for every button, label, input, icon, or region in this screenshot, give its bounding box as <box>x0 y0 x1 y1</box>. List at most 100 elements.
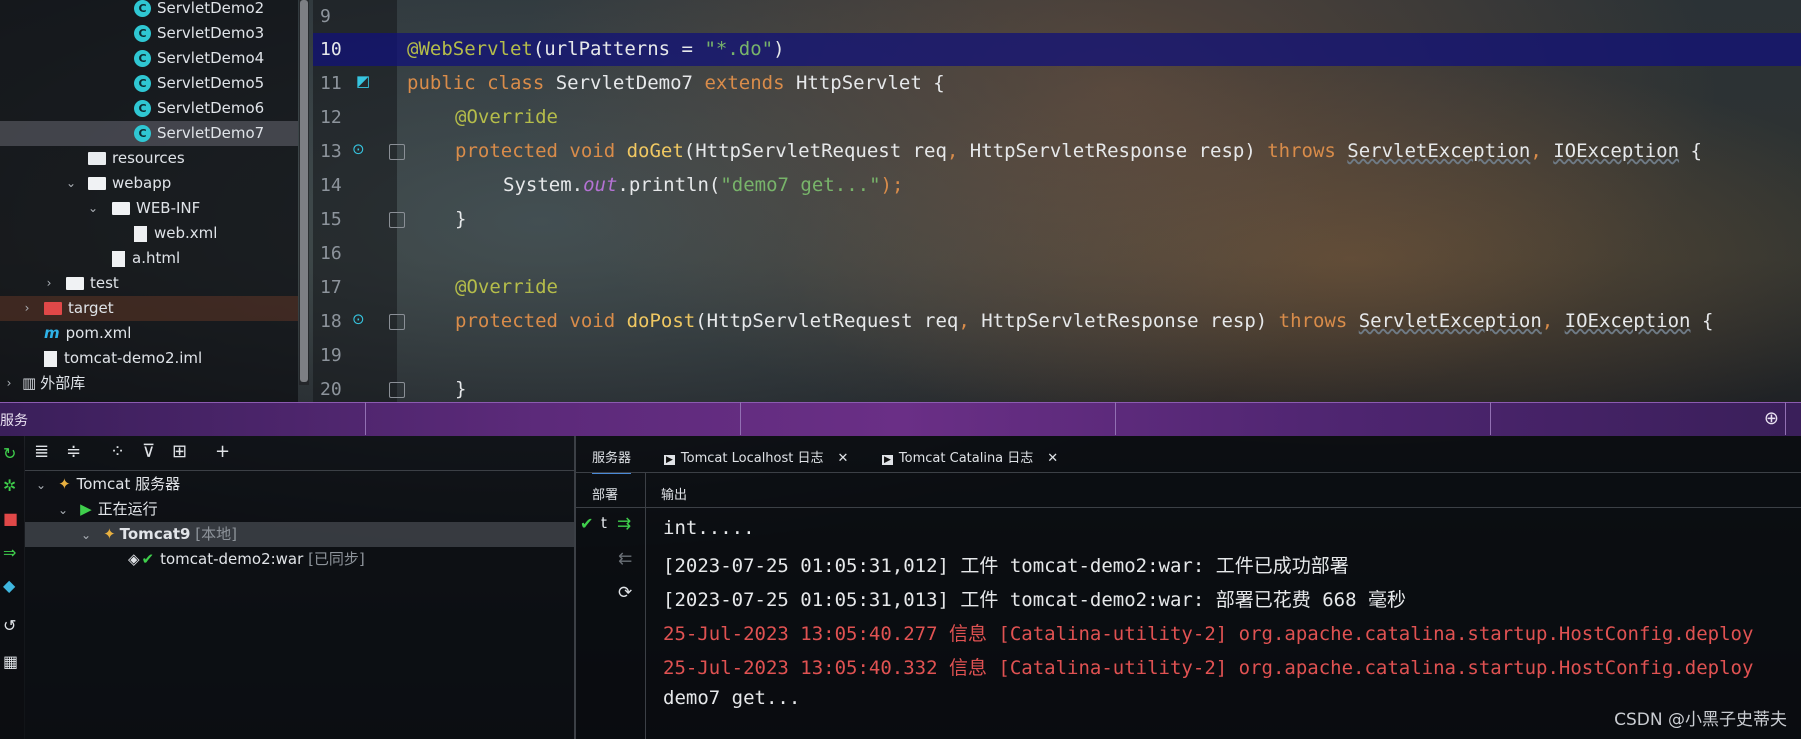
deploy-icon[interactable]: ⇒ <box>3 543 16 562</box>
tab-label: Tomcat Catalina 日志 <box>898 451 1034 466</box>
tree-item-label: ServletDemo7 <box>157 124 265 142</box>
services-toolwindow-header[interactable]: 服务 ⊕ <box>0 402 1801 436</box>
line-number: 12 <box>320 107 342 128</box>
tree-item-external-libs[interactable]: › ▥ 外部库 <box>4 371 86 396</box>
services-title: 服务 <box>0 413 28 429</box>
tree-item-label: WEB-INF <box>136 199 201 217</box>
code-line-18[interactable]: protected void doPost(HttpServletRequest… <box>455 310 1713 332</box>
services-tree-running[interactable]: ⌄ ▶ 正在运行 <box>58 497 158 522</box>
services-tree-tomcat9[interactable]: ⌄ ✦ Tomcat9 [本地] <box>25 522 575 547</box>
divider <box>576 472 1801 473</box>
fold-marker-icon[interactable] <box>389 382 405 398</box>
services-tree-tomcat-root[interactable]: ⌄ ✦ Tomcat 服务器 <box>36 472 180 497</box>
web-servlet-gutter-icon[interactable]: ◩ <box>356 72 370 90</box>
tree-item-label: ServletDemo5 <box>157 74 265 92</box>
tree-item-target[interactable]: › target <box>0 296 298 321</box>
code-line-13[interactable]: protected void doGet(HttpServletRequest … <box>455 140 1702 162</box>
collapse-all-icon[interactable]: ≑ <box>66 441 81 462</box>
tab-localhost-log[interactable]: ▶ Tomcat Localhost 日志 ✕ <box>664 447 848 466</box>
stop-icon[interactable]: ■ <box>3 509 18 528</box>
tree-item-test[interactable]: › test <box>44 271 119 296</box>
fold-marker-icon[interactable] <box>389 144 405 160</box>
tree-item-a-html[interactable]: a.html <box>112 246 180 271</box>
redeploy-icon[interactable]: ⇉ <box>617 514 631 534</box>
code-token: HttpServletResponse resp) <box>969 140 1268 162</box>
output-line: [2023-07-25 01:05:31,012] 工件 tomcat-demo… <box>663 555 1349 577</box>
line-number: 11 <box>320 73 342 94</box>
chevron-down-icon[interactable]: ⌄ <box>81 528 91 542</box>
class-icon: C <box>134 25 151 42</box>
output-line: 25-Jul-2023 13:05:40.277 信息 [Catalina-ut… <box>663 623 1754 645</box>
tree-item-servletdemo6[interactable]: C ServletDemo6 <box>134 96 264 121</box>
tree-item-pom-xml[interactable]: m pom.xml <box>44 321 131 346</box>
sync-tag: [已同步] <box>308 550 365 568</box>
tree-item-servletdemo2[interactable]: C ServletDemo2 <box>134 0 264 21</box>
chevron-right-icon[interactable]: › <box>44 271 54 296</box>
debug-icon[interactable]: ✲ <box>3 476 16 495</box>
chevron-down-icon[interactable]: ⌄ <box>58 503 68 517</box>
tree-item-web-xml[interactable]: web.xml <box>134 221 217 246</box>
code-line-14[interactable]: System.out.println("demo7 get..."); <box>503 174 903 196</box>
chevron-down-icon[interactable]: ⌄ <box>66 171 76 196</box>
tree-item-servletdemo3[interactable]: C ServletDemo3 <box>134 21 264 46</box>
code-line-11[interactable]: public class ServletDemo7 extends HttpSe… <box>407 72 945 94</box>
tree-item-label: ServletDemo2 <box>157 0 265 17</box>
override-gutter-icon[interactable]: ⊙ <box>352 310 365 328</box>
artifact-icon[interactable]: ◆ <box>3 576 15 595</box>
line-number: 14 <box>320 175 342 196</box>
code-line-17[interactable]: @Override <box>455 276 558 298</box>
tab-server[interactable]: 服务器 <box>592 447 632 474</box>
fold-marker-icon[interactable] <box>389 212 405 228</box>
undeploy-icon[interactable]: ⇇ <box>618 549 632 569</box>
code-token: HttpServlet { <box>795 72 945 94</box>
refresh-icon[interactable]: ↺ <box>3 616 16 635</box>
resources-folder-icon <box>88 152 106 165</box>
tree-item-resources[interactable]: resources <box>88 146 185 171</box>
console-icon: ▶ <box>882 455 893 465</box>
layout-icon[interactable]: ▦ <box>3 652 18 671</box>
update-icon[interactable]: ⟳ <box>618 583 632 603</box>
code-line-12[interactable]: @Override <box>455 106 558 128</box>
tree-item-label: ServletDemo4 <box>157 49 265 67</box>
splitter[interactable] <box>574 436 576 739</box>
server-name: Tomcat9 <box>119 525 191 543</box>
group-icon[interactable]: ⁘ <box>110 441 125 462</box>
tree-item-web-inf[interactable]: ⌄ WEB-INF <box>88 196 200 221</box>
crosshair-icon[interactable]: ⊕ <box>1764 408 1779 429</box>
line-number: 19 <box>320 345 342 366</box>
code-line-10[interactable]: @WebServlet(urlPatterns = "*.do") <box>407 38 785 60</box>
code-token: (HttpServletRequest req <box>683 140 947 162</box>
tree-scrollbar-thumb[interactable] <box>300 0 308 382</box>
override-gutter-icon[interactable]: ⊙ <box>352 140 365 158</box>
tree-item-servletdemo5[interactable]: C ServletDemo5 <box>134 71 264 96</box>
add-icon[interactable]: + <box>215 441 230 462</box>
tab-catalina-log[interactable]: ▶ Tomcat Catalina 日志 ✕ <box>882 447 1058 466</box>
column-divider[interactable] <box>645 472 646 739</box>
maven-icon: m <box>44 324 60 342</box>
close-icon[interactable]: ✕ <box>838 451 849 466</box>
chevron-right-icon[interactable]: › <box>22 296 32 321</box>
chevron-down-icon[interactable]: ⌄ <box>36 478 46 492</box>
method-name: doPost <box>626 310 696 332</box>
code-token: System. <box>503 174 584 196</box>
chevron-right-icon[interactable]: › <box>4 371 14 396</box>
divider <box>365 402 366 435</box>
fold-marker-icon[interactable] <box>389 314 405 330</box>
tree-item-label: webapp <box>112 174 172 192</box>
new-tab-icon[interactable]: ⊞ <box>172 441 187 462</box>
services-toolbar <box>25 436 575 471</box>
rerun-icon[interactable]: ↻ <box>3 444 16 463</box>
tree-item-webapp[interactable]: ⌄ webapp <box>66 171 171 196</box>
chevron-down-icon[interactable]: ⌄ <box>88 196 98 221</box>
code-line-15[interactable]: } <box>455 208 466 230</box>
class-icon: C <box>134 125 151 142</box>
tree-label: Tomcat 服务器 <box>76 475 181 493</box>
tree-item-servletdemo7[interactable]: C ServletDemo7 <box>0 121 298 146</box>
tree-item-iml[interactable]: tomcat-demo2.iml <box>44 346 202 371</box>
code-line-20[interactable]: } <box>455 378 466 400</box>
filter-icon[interactable]: ⊽ <box>142 441 155 462</box>
close-icon[interactable]: ✕ <box>1047 451 1058 466</box>
expand-all-icon[interactable]: ≣ <box>34 441 49 462</box>
tree-item-servletdemo4[interactable]: C ServletDemo4 <box>134 46 264 71</box>
services-tree-artifact[interactable]: ◈ ✔ tomcat-demo2:war [已同步] <box>128 547 365 572</box>
